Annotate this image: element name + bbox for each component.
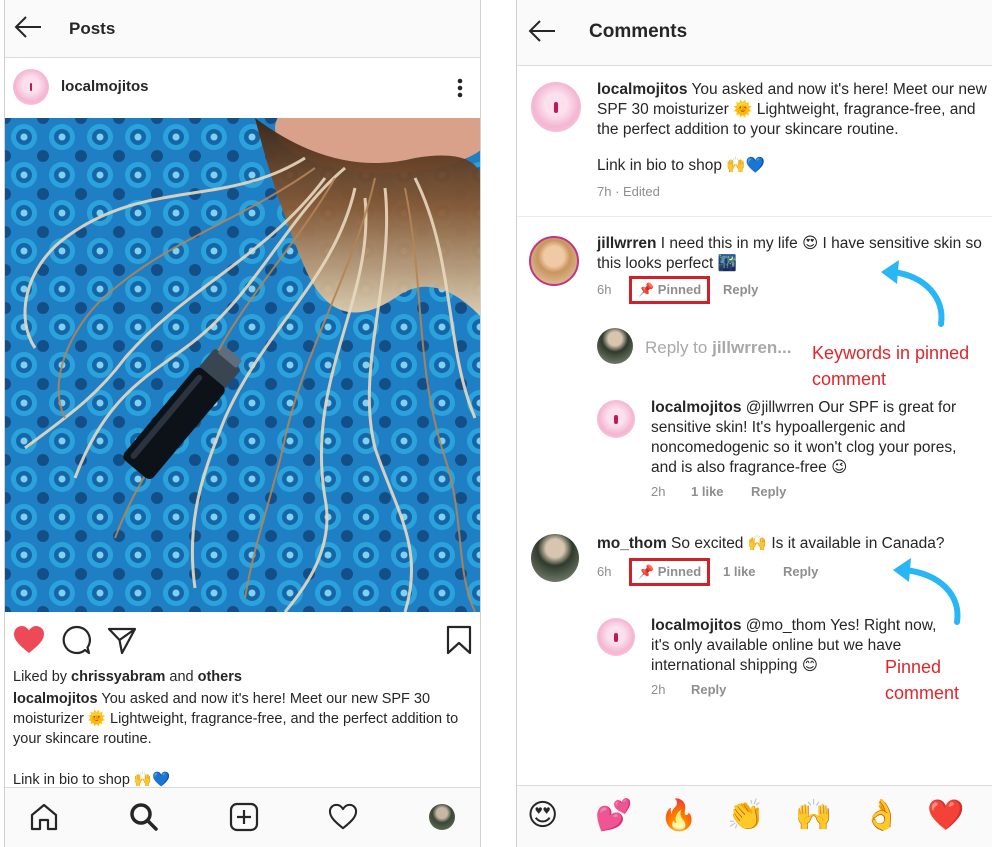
reply-meta: 2h Reply [651, 682, 851, 702]
liked-by-prefix: Liked by [13, 669, 72, 685]
share-icon[interactable] [107, 625, 137, 655]
bookmark-icon[interactable] [446, 625, 472, 655]
liked-by-user[interactable]: chrissyabram [71, 669, 165, 685]
emoji-ok-hand[interactable]: 👌 [863, 798, 900, 834]
reply-input[interactable]: Reply to jillwrren... [645, 338, 791, 358]
liked-by-others[interactable]: others [198, 669, 242, 685]
emoji-heart-eyes[interactable]: 😍 [527, 798, 558, 834]
annotation-arrow-pinned [893, 558, 961, 625]
comment-icon[interactable] [61, 625, 91, 655]
reply-input-user: jillwrren... [712, 338, 792, 357]
post-caption: localmojitos You asked and now it's here… [13, 689, 472, 749]
avatar[interactable] [529, 236, 579, 286]
emoji-two-hearts[interactable]: 💕 [595, 798, 632, 834]
annotation-keywords: Keywords in pinned comment [812, 343, 970, 389]
pinned-badge: 📌 Pinned [629, 276, 711, 304]
reply-button[interactable]: Reply [783, 564, 818, 579]
comments-header: Comments [517, 0, 992, 66]
caption-text: localmojitos You asked and now it's here… [597, 80, 992, 140]
caption-link-line: Link in bio to shop 🙌💙 [597, 157, 765, 174]
page-title: Posts [69, 19, 116, 38]
comments-screen: Comments localmojitos You asked and now … [516, 0, 992, 847]
profile-avatar[interactable] [429, 804, 455, 830]
page-title: Comments [589, 21, 688, 42]
avatar[interactable] [597, 618, 635, 656]
avatar[interactable] [597, 400, 635, 438]
bottom-navigation [5, 787, 480, 847]
avatar[interactable] [531, 534, 579, 582]
emoji-clapping[interactable]: 👏 [727, 798, 764, 834]
heart-filled-icon[interactable] [13, 625, 45, 655]
reply-button[interactable]: Reply [691, 682, 726, 697]
reply-localmojitos-1: localmojitos @jillwrren Our SPF is great… [517, 392, 992, 502]
add-post-icon[interactable] [229, 802, 259, 832]
reply-meta: 2h 1 like Reply [651, 484, 951, 504]
search-icon[interactable] [129, 802, 159, 832]
avatar[interactable] [597, 328, 633, 364]
back-arrow-icon[interactable] [527, 18, 557, 44]
reply-time: 2h [651, 682, 666, 697]
comment-meta: 6h 📌 Pinned Reply [597, 276, 897, 306]
post-header: localmojitos [5, 58, 480, 118]
comment-time: 6h [597, 564, 612, 579]
comment-username[interactable]: mo_thom [597, 535, 667, 552]
post-username[interactable]: localmojitos [61, 78, 149, 95]
emoji-raised-hands[interactable]: 🙌 [795, 798, 832, 834]
likes-count[interactable]: 1 like [723, 564, 756, 579]
reply-username[interactable]: localmojitos [651, 617, 741, 634]
emoji-quick-reactions: 😍 💕 🔥 👏 🙌 👌 ❤️ [517, 785, 992, 847]
caption-username[interactable]: localmojitos [13, 691, 98, 707]
avatar[interactable] [13, 69, 49, 105]
reply-time: 2h [651, 484, 666, 499]
pinned-badge: 📌 Pinned [629, 558, 711, 586]
emoji-red-heart[interactable]: ❤️ [927, 798, 964, 834]
caption-username[interactable]: localmojitos [597, 81, 687, 98]
comment-body: So excited 🙌 Is it available in Canada? [666, 535, 945, 552]
reply-text: localmojitos @jillwrren Our SPF is great… [651, 398, 981, 478]
posts-screen: Posts localmojitos Liked by chrissyabram… [4, 0, 481, 847]
annotation-pinned: Pinned comment [885, 657, 960, 703]
comment-username[interactable]: jillwrren [597, 235, 656, 252]
comment-time: 6h [597, 282, 612, 297]
avatar[interactable] [531, 82, 581, 132]
home-icon[interactable] [29, 802, 59, 832]
activity-heart-icon[interactable] [327, 803, 359, 831]
reply-username[interactable]: localmojitos [651, 399, 741, 416]
more-options-icon[interactable] [450, 76, 470, 100]
post-image[interactable] [5, 118, 481, 612]
likes-count[interactable]: 1 like [691, 484, 724, 499]
caption-meta: 7h · Edited [597, 184, 660, 199]
liked-by-line: Liked by chrissyabram and others [13, 667, 472, 687]
comment-meta: 6h 📌 Pinned 1 like Reply [597, 558, 917, 588]
reply-input-prefix: Reply to [645, 338, 713, 357]
reply-button[interactable]: Reply [723, 282, 758, 297]
emoji-fire[interactable]: 🔥 [660, 798, 697, 834]
caption-comment: localmojitos You asked and now it's here… [517, 66, 992, 216]
reply-button[interactable]: Reply [751, 484, 786, 499]
liked-by-middle: and [165, 669, 198, 685]
comment-text: mo_thom So excited 🙌 Is it available in … [597, 534, 987, 554]
post-actions [5, 622, 480, 662]
annotation-arrow-keywords [881, 260, 945, 327]
back-arrow-icon[interactable] [13, 14, 43, 40]
posts-header: Posts [5, 0, 480, 58]
